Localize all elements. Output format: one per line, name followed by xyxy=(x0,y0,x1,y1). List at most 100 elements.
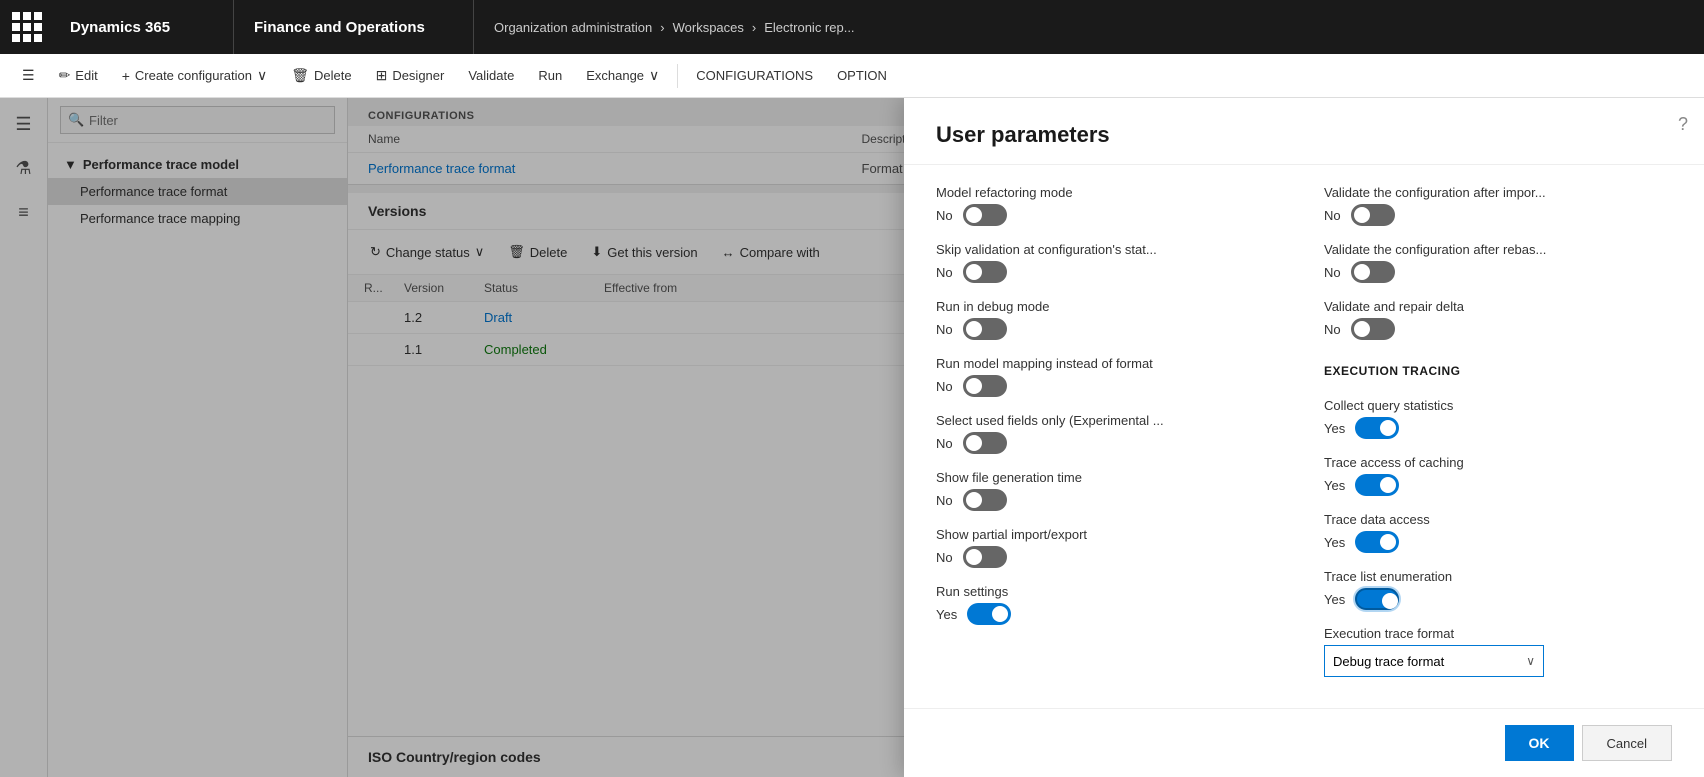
breadcrumb-sep1: › xyxy=(660,20,664,35)
toggle-track-on xyxy=(1355,474,1399,496)
breadcrumb-sep2: › xyxy=(752,20,756,35)
param-show-partial-import: Show partial import/export No xyxy=(936,527,1284,568)
ok-button[interactable]: OK xyxy=(1505,725,1574,761)
param-validate-delta-row: No xyxy=(1324,318,1672,340)
modal-left-column: Model refactoring mode No Skip validatio… xyxy=(936,185,1284,693)
modal-body: Model refactoring mode No Skip validatio… xyxy=(904,165,1704,708)
param-collect-query-label: Collect query statistics xyxy=(1324,398,1672,413)
breadcrumb-item2[interactable]: Workspaces xyxy=(673,20,744,35)
toggle-track xyxy=(963,489,1007,511)
param-trace-data-toggle[interactable] xyxy=(1355,531,1399,553)
param-validate-delta-value: No xyxy=(1324,322,1341,337)
execution-tracing-header: EXECUTION TRACING xyxy=(1324,356,1672,382)
breadcrumb: Organization administration › Workspaces… xyxy=(474,20,875,35)
param-run-settings-toggle[interactable] xyxy=(967,603,1011,625)
toggle-track xyxy=(1351,318,1395,340)
modal-help-button[interactable]: ? xyxy=(1678,114,1688,135)
param-show-partial-label: Show partial import/export xyxy=(936,527,1284,542)
param-skip-validation-row: No xyxy=(936,261,1284,283)
param-trace-caching-value: Yes xyxy=(1324,478,1345,493)
user-parameters-modal: ? User parameters Model refactoring mode… xyxy=(904,98,1704,777)
designer-button[interactable]: ⊞ Designer xyxy=(366,60,455,92)
topbar: Dynamics 365 Finance and Operations Orga… xyxy=(0,0,1704,54)
param-run-debug-row: No xyxy=(936,318,1284,340)
toggle-track xyxy=(963,318,1007,340)
param-trace-list-value: Yes xyxy=(1324,592,1345,607)
param-show-file-gen-row: No xyxy=(936,489,1284,511)
param-show-partial-toggle[interactable] xyxy=(963,546,1007,568)
main-area: ☰ ⚗ ≡ 🔍 ▼ Performance trace model Perfor… xyxy=(0,98,1704,777)
param-run-settings-label: Run settings xyxy=(936,584,1284,599)
param-trace-caching-row: Yes xyxy=(1324,474,1672,496)
breadcrumb-item1[interactable]: Organization administration xyxy=(494,20,652,35)
waffle-button[interactable] xyxy=(0,0,54,54)
param-validate-delta-toggle[interactable] xyxy=(1351,318,1395,340)
toggle-track-highlighted xyxy=(1355,588,1399,610)
create-configuration-button[interactable]: + Create configuration ∨ xyxy=(112,60,278,92)
param-select-used-fields-toggle[interactable] xyxy=(963,432,1007,454)
hamburger-button[interactable]: ☰ xyxy=(12,60,45,92)
toggle-track xyxy=(963,546,1007,568)
param-run-debug-value: No xyxy=(936,322,953,337)
param-trace-caching-label: Trace access of caching xyxy=(1324,455,1672,470)
param-validate-repair-delta: Validate and repair delta No xyxy=(1324,299,1672,340)
param-show-file-gen-time: Show file generation time No xyxy=(936,470,1284,511)
toggle-track xyxy=(963,375,1007,397)
param-trace-list-toggle[interactable] xyxy=(1355,588,1399,610)
param-skip-validation-label: Skip validation at configuration's stat.… xyxy=(936,242,1284,257)
exchange-button[interactable]: Exchange ∨ xyxy=(576,60,669,92)
param-run-model-mapping-label: Run model mapping instead of format xyxy=(936,356,1284,371)
modal-overlay[interactable]: ? User parameters Model refactoring mode… xyxy=(0,98,1704,777)
param-skip-validation-value: No xyxy=(936,265,953,280)
param-execution-trace-format: Execution trace format Debug trace forma… xyxy=(1324,626,1672,677)
toggle-track xyxy=(963,204,1007,226)
param-collect-query-toggle[interactable] xyxy=(1355,417,1399,439)
param-skip-validation: Skip validation at configuration's stat.… xyxy=(936,242,1284,283)
param-trace-list-row: Yes xyxy=(1324,588,1672,610)
toggle-track-on xyxy=(1355,531,1399,553)
param-validate-rebase-toggle[interactable] xyxy=(1351,261,1395,283)
param-run-debug-label: Run in debug mode xyxy=(936,299,1284,314)
param-show-file-gen-value: No xyxy=(936,493,953,508)
designer-icon: ⊞ xyxy=(376,67,388,84)
toggle-track-on xyxy=(967,603,1011,625)
param-trace-data-row: Yes xyxy=(1324,531,1672,553)
modal-title: User parameters xyxy=(936,122,1672,148)
param-validate-import-toggle[interactable] xyxy=(1351,204,1395,226)
param-trace-access-caching: Trace access of caching Yes xyxy=(1324,455,1672,496)
param-skip-validation-toggle[interactable] xyxy=(963,261,1007,283)
options-tab[interactable]: OPTION xyxy=(827,60,897,92)
param-collect-query-stats: Collect query statistics Yes xyxy=(1324,398,1672,439)
delete-button[interactable]: 🗑 Delete xyxy=(281,60,361,92)
breadcrumb-item3[interactable]: Electronic rep... xyxy=(764,20,854,35)
param-model-refactoring-label: Model refactoring mode xyxy=(936,185,1284,200)
dynamics365-label: Dynamics 365 xyxy=(54,0,234,54)
param-validate-delta-label: Validate and repair delta xyxy=(1324,299,1672,314)
param-run-settings-row: Yes xyxy=(936,603,1284,625)
param-run-model-mapping-toggle[interactable] xyxy=(963,375,1007,397)
trash-icon: 🗑 xyxy=(291,67,309,84)
edit-button[interactable]: ✏ Edit xyxy=(49,60,108,92)
param-exec-trace-dropdown[interactable]: Debug trace format ∨ xyxy=(1324,645,1544,677)
param-show-file-gen-toggle[interactable] xyxy=(963,489,1007,511)
param-trace-caching-toggle[interactable] xyxy=(1355,474,1399,496)
cancel-button[interactable]: Cancel xyxy=(1582,725,1672,761)
param-select-used-fields-value: No xyxy=(936,436,953,451)
param-validate-rebase-row: No xyxy=(1324,261,1672,283)
modal-right-column: Validate the configuration after impor..… xyxy=(1324,185,1672,693)
chevron-down-icon: ∨ xyxy=(257,67,267,84)
toggle-track xyxy=(963,432,1007,454)
param-run-model-mapping-value: No xyxy=(936,379,953,394)
configurations-tab[interactable]: CONFIGURATIONS xyxy=(686,60,823,92)
param-select-used-fields-row: No xyxy=(936,432,1284,454)
param-run-debug-toggle[interactable] xyxy=(963,318,1007,340)
param-run-debug-mode: Run in debug mode No xyxy=(936,299,1284,340)
toggle-track xyxy=(963,261,1007,283)
edit-icon: ✏ xyxy=(59,67,71,84)
param-model-refactoring-value: No xyxy=(936,208,953,223)
run-button[interactable]: Run xyxy=(528,60,572,92)
toggle-track-on xyxy=(1355,417,1399,439)
cmd-separator xyxy=(677,64,678,88)
validate-button[interactable]: Validate xyxy=(458,60,524,92)
param-model-refactoring-toggle[interactable] xyxy=(963,204,1007,226)
